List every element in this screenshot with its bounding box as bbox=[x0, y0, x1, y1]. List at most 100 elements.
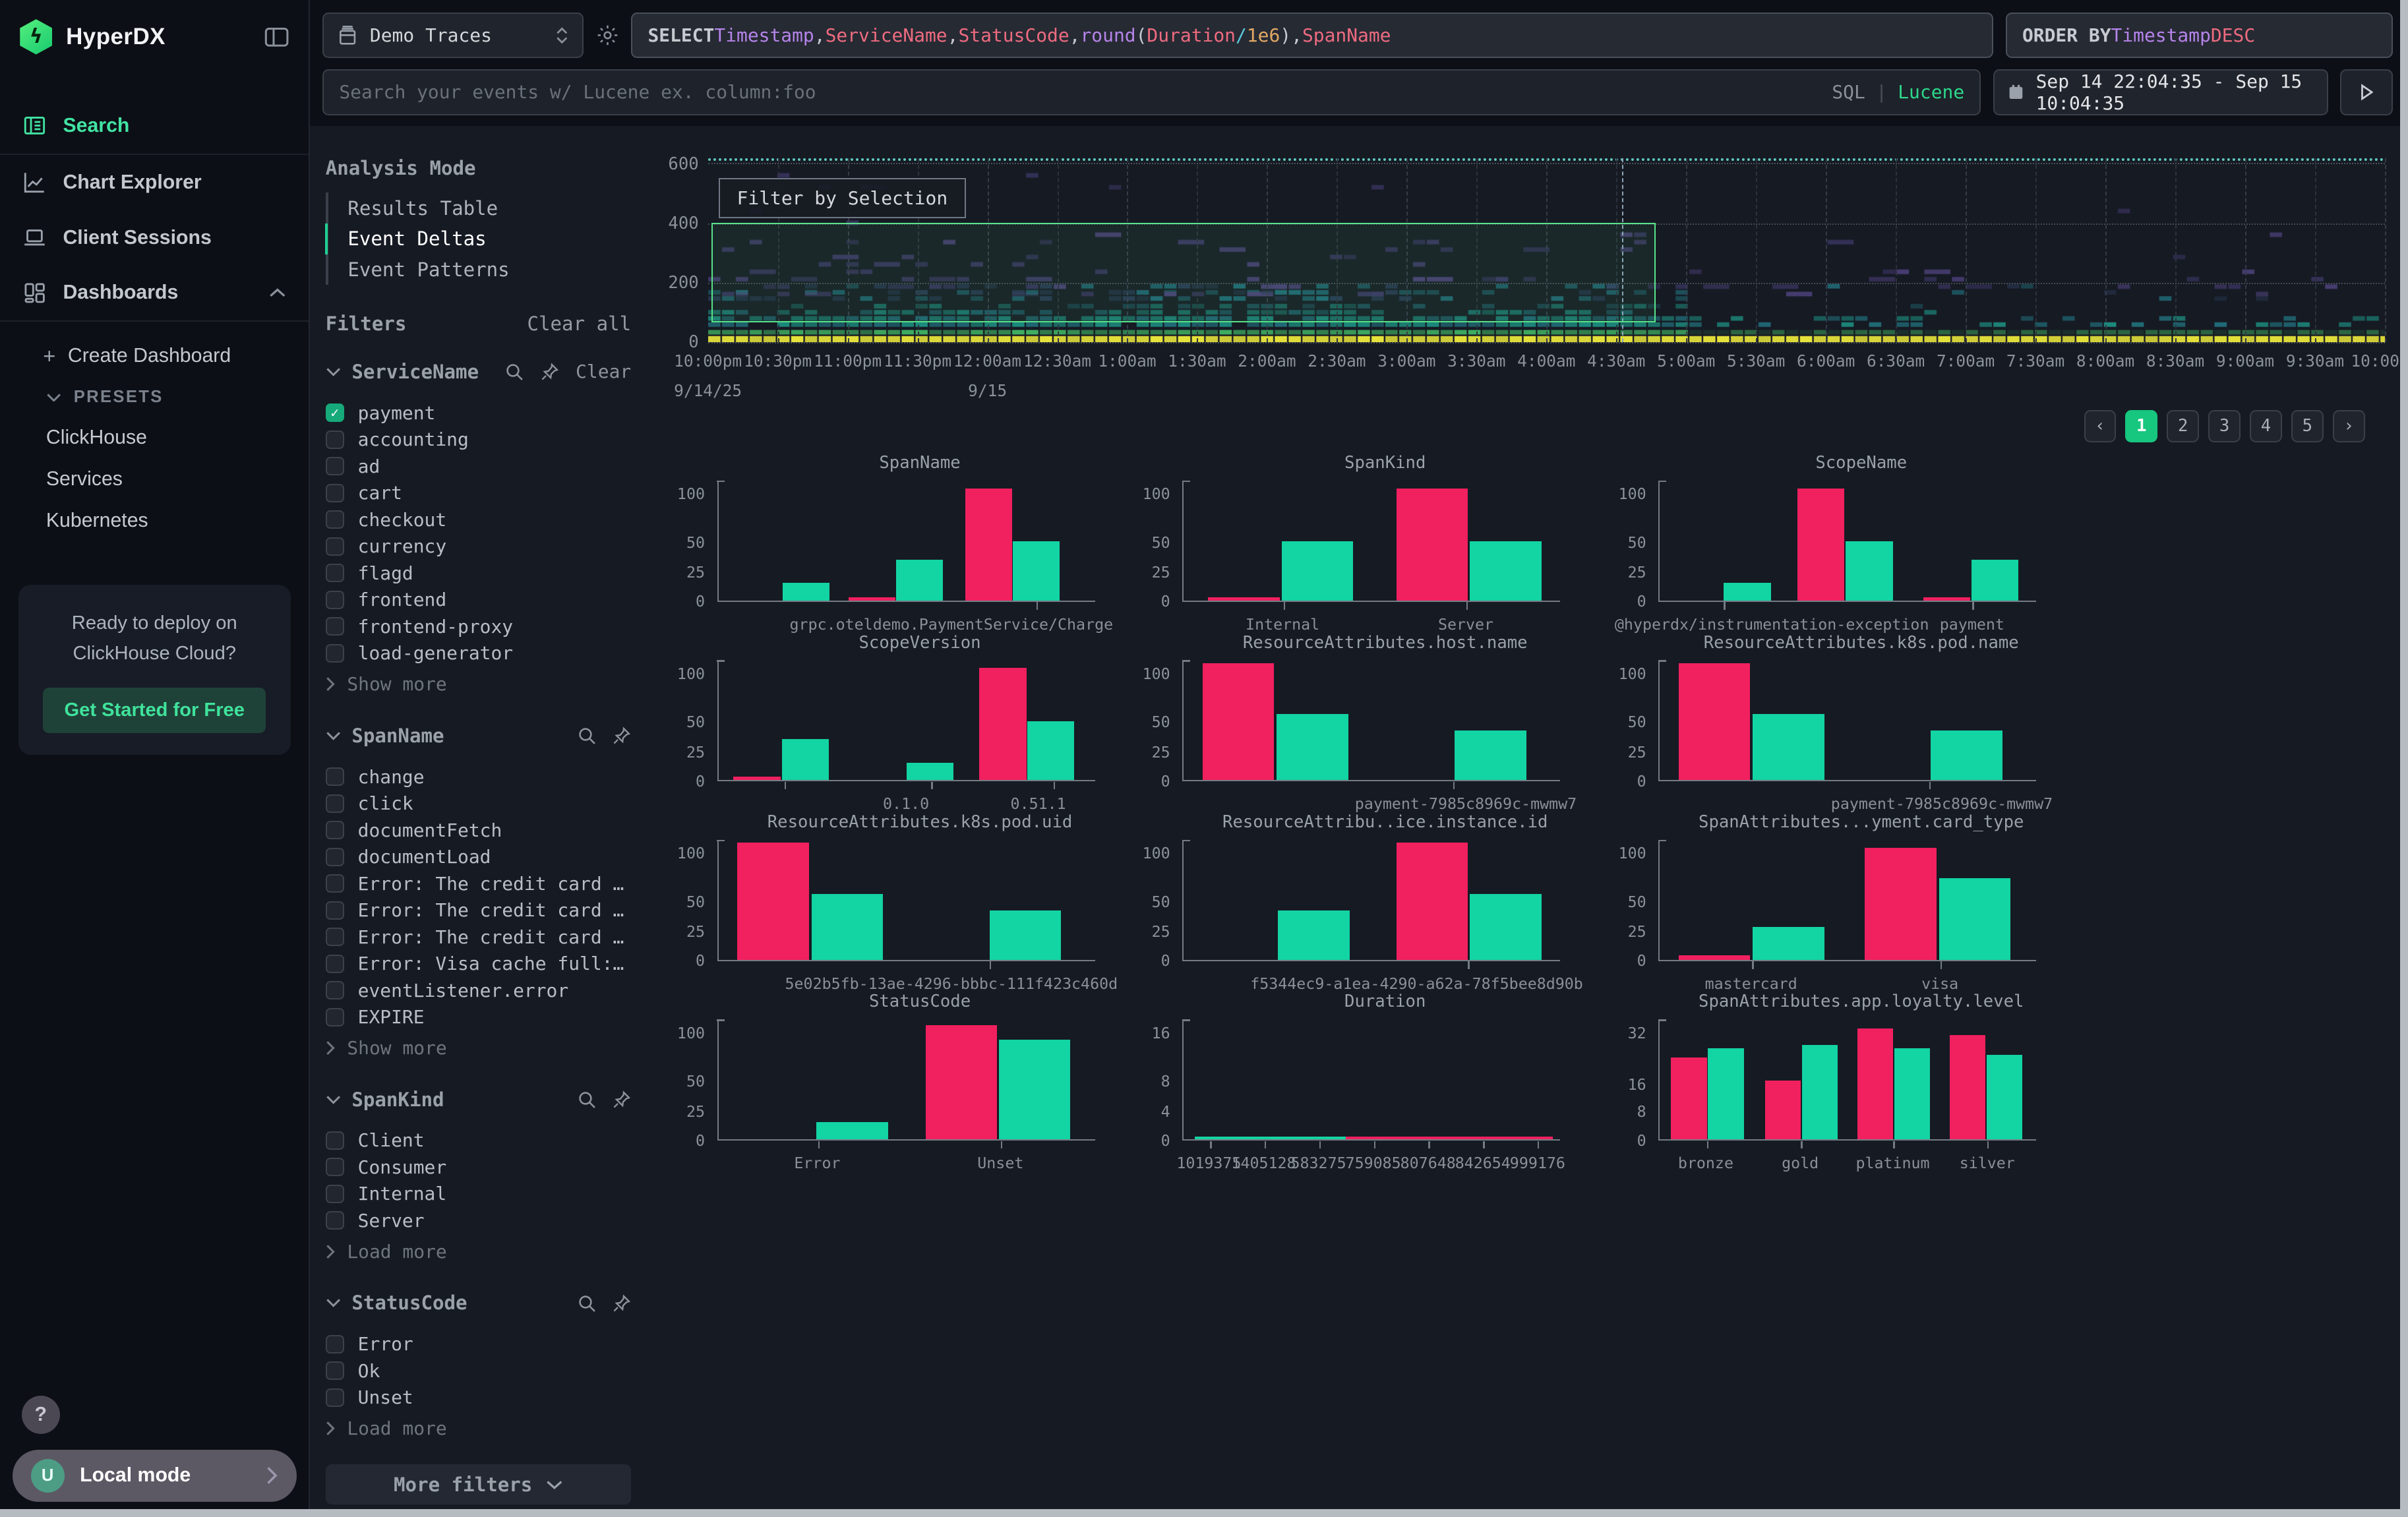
search-icon[interactable] bbox=[578, 1090, 596, 1109]
page-button-1[interactable]: 1 bbox=[2125, 410, 2157, 442]
filter-option-currency[interactable]: currency bbox=[326, 533, 631, 560]
filter-option-consumer[interactable]: Consumer bbox=[326, 1154, 631, 1181]
filter-option-error-the-credit-card-[interactable]: Error: The credit card (… bbox=[326, 924, 631, 951]
pin-icon[interactable] bbox=[541, 363, 559, 381]
pin-icon[interactable] bbox=[613, 1090, 631, 1109]
checkbox[interactable] bbox=[326, 1211, 344, 1230]
filter-option-payment[interactable]: ✓payment bbox=[326, 400, 631, 427]
filter-option-client[interactable]: Client bbox=[326, 1127, 631, 1154]
sidebar-item-client-sessions[interactable]: Client Sessions bbox=[0, 210, 309, 266]
page-button-4[interactable]: 4 bbox=[2250, 410, 2282, 442]
search-icon[interactable] bbox=[578, 727, 596, 745]
checkbox[interactable] bbox=[326, 591, 344, 609]
checkbox[interactable] bbox=[326, 537, 344, 556]
preset-kubernetes[interactable]: Kubernetes bbox=[0, 500, 309, 542]
filter-option-documentload[interactable]: documentLoad bbox=[326, 843, 631, 870]
get-started-button[interactable]: Get Started for Free bbox=[43, 688, 266, 734]
page-next-button[interactable]: › bbox=[2333, 410, 2365, 442]
filter-option-change[interactable]: change bbox=[326, 763, 631, 790]
checkbox[interactable] bbox=[326, 1158, 344, 1176]
checkbox[interactable] bbox=[326, 1008, 344, 1026]
sidebar-item-dashboards[interactable]: Dashboards bbox=[0, 266, 309, 321]
preset-clickhouse[interactable]: ClickHouse bbox=[0, 417, 309, 459]
filter-option-expire[interactable]: EXPIRE bbox=[326, 1003, 631, 1030]
page-button-2[interactable]: 2 bbox=[2167, 410, 2199, 442]
filter-option-checkout[interactable]: checkout bbox=[326, 506, 631, 533]
filter-option-click[interactable]: click bbox=[326, 790, 631, 817]
create-dashboard-button[interactable]: + Create Dashboard bbox=[0, 334, 309, 377]
lang-lucene[interactable]: Lucene bbox=[1898, 81, 1964, 103]
pin-icon[interactable] bbox=[613, 1294, 631, 1313]
filter-group-SpanKind[interactable]: SpanKind bbox=[326, 1086, 631, 1114]
checkbox[interactable] bbox=[326, 928, 344, 946]
filter-option-error[interactable]: Error bbox=[326, 1330, 631, 1357]
checkbox-checked[interactable]: ✓ bbox=[326, 403, 344, 422]
checkbox[interactable] bbox=[326, 955, 344, 973]
sql-select-input[interactable]: SELECT Timestamp, ServiceName, StatusCod… bbox=[631, 13, 1993, 59]
filter-option-accounting[interactable]: accounting bbox=[326, 426, 631, 453]
search-input[interactable]: Search your events w/ Lucene ex. column:… bbox=[322, 69, 1981, 115]
language-toggle[interactable]: SQL | Lucene bbox=[1832, 81, 1964, 103]
checkbox[interactable] bbox=[326, 767, 344, 786]
load-more-statuscode[interactable]: Load more bbox=[326, 1414, 631, 1443]
checkbox[interactable] bbox=[326, 1388, 344, 1407]
lang-sql[interactable]: SQL bbox=[1832, 81, 1865, 103]
analysis-mode-results-table[interactable]: Results Table bbox=[325, 193, 631, 223]
more-filters-button[interactable]: More filters bbox=[326, 1464, 631, 1504]
horizontal-scrollbar[interactable] bbox=[0, 1509, 2408, 1517]
filter-group-StatusCode[interactable]: StatusCode bbox=[326, 1290, 631, 1317]
filter-option-unset[interactable]: Unset bbox=[326, 1384, 631, 1411]
source-select[interactable]: Demo Traces bbox=[322, 13, 584, 59]
checkbox[interactable] bbox=[326, 457, 344, 475]
clear-all-button[interactable]: Clear all bbox=[527, 312, 631, 335]
clear-group-button[interactable]: Clear bbox=[576, 361, 631, 382]
checkbox[interactable] bbox=[326, 564, 344, 582]
page-button-3[interactable]: 3 bbox=[2208, 410, 2241, 442]
page-button-5[interactable]: 5 bbox=[2291, 410, 2324, 442]
checkbox[interactable] bbox=[326, 1131, 344, 1150]
filter-option-error-visa-cache-full-[interactable]: Error: Visa cache full: … bbox=[326, 950, 631, 977]
filter-group-SpanName[interactable]: SpanName bbox=[326, 722, 631, 750]
filter-group-ServiceName[interactable]: ServiceNameClear bbox=[326, 358, 631, 386]
analysis-mode-event-deltas[interactable]: Event Deltas bbox=[325, 223, 631, 254]
search-icon[interactable] bbox=[505, 363, 524, 381]
show-more-spanname[interactable]: Show more bbox=[326, 1034, 631, 1063]
filter-option-error-the-credit-card-[interactable]: Error: The credit card (… bbox=[326, 870, 631, 897]
checkbox[interactable] bbox=[326, 1335, 344, 1353]
gear-icon[interactable] bbox=[596, 24, 619, 47]
filter-option-load-generator[interactable]: load-generator bbox=[326, 640, 631, 667]
pin-icon[interactable] bbox=[613, 727, 631, 745]
filter-option-cart[interactable]: cart bbox=[326, 479, 631, 506]
checkbox[interactable] bbox=[326, 617, 344, 636]
checkbox[interactable] bbox=[326, 1185, 344, 1203]
presets-toggle[interactable]: PRESETS bbox=[0, 377, 309, 417]
date-range-picker[interactable]: Sep 14 22:04:35 - Sep 15 10:04:35 bbox=[1993, 69, 2328, 115]
checkbox[interactable] bbox=[326, 874, 344, 893]
checkbox[interactable] bbox=[326, 431, 344, 449]
checkbox[interactable] bbox=[326, 848, 344, 866]
filter-option-documentfetch[interactable]: documentFetch bbox=[326, 817, 631, 844]
checkbox[interactable] bbox=[326, 901, 344, 920]
filter-option-internal[interactable]: Internal bbox=[326, 1181, 631, 1208]
checkbox[interactable] bbox=[326, 794, 344, 813]
run-query-button[interactable] bbox=[2340, 69, 2392, 115]
help-button[interactable]: ? bbox=[22, 1396, 60, 1434]
filter-option-frontend[interactable]: frontend bbox=[326, 587, 631, 614]
order-by-input[interactable]: ORDER BY Timestamp DESC bbox=[2006, 13, 2393, 59]
sidebar-item-chart-explorer[interactable]: Chart Explorer bbox=[0, 155, 309, 210]
filter-option-eventlistener-error[interactable]: eventListener.error bbox=[326, 977, 631, 1004]
filter-option-ok[interactable]: Ok bbox=[326, 1357, 631, 1384]
user-menu[interactable]: U Local mode bbox=[13, 1450, 297, 1502]
sidebar-item-search[interactable]: Search bbox=[0, 98, 309, 154]
filter-option-server[interactable]: Server bbox=[326, 1207, 631, 1234]
checkbox[interactable] bbox=[326, 484, 344, 502]
filter-option-error-the-credit-card-[interactable]: Error: The credit card (… bbox=[326, 897, 631, 924]
analysis-mode-event-patterns[interactable]: Event Patterns bbox=[325, 254, 631, 285]
preset-services[interactable]: Services bbox=[0, 459, 309, 500]
sidebar-collapse-icon[interactable] bbox=[264, 26, 289, 48]
load-more-spankind[interactable]: Load more bbox=[326, 1237, 631, 1266]
search-icon[interactable] bbox=[578, 1294, 596, 1313]
heatmap-selection[interactable] bbox=[711, 223, 1656, 322]
show-more-servicename[interactable]: Show more bbox=[326, 670, 631, 699]
checkbox[interactable] bbox=[326, 644, 344, 663]
